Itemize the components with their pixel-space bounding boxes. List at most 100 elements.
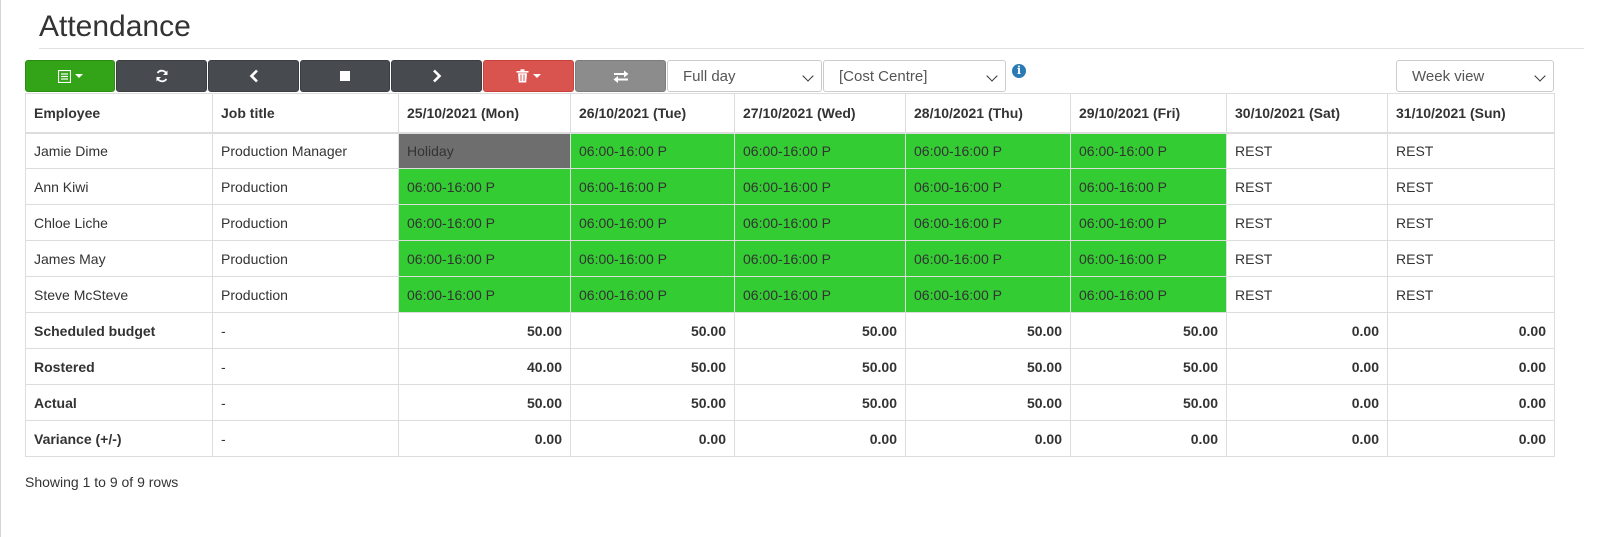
employee-name: James May xyxy=(25,240,213,277)
pagination-info: Showing 1 to 9 of 9 rows xyxy=(25,474,179,490)
shift-cell[interactable]: 06:00-16:00 P xyxy=(905,276,1071,313)
view-select[interactable]: Week view xyxy=(1396,60,1554,92)
shift-cell[interactable]: 06:00-16:00 P xyxy=(1070,168,1227,205)
shift-cell[interactable]: 06:00-16:00 P xyxy=(1070,276,1227,313)
summary-value: 0.00 xyxy=(1387,312,1555,349)
shift-cell[interactable]: 06:00-16:00 P xyxy=(398,240,571,277)
summary-value: 0.00 xyxy=(1226,420,1388,457)
shift-cell[interactable]: 06:00-16:00 P xyxy=(570,240,735,277)
summary-value: 50.00 xyxy=(1070,348,1227,385)
left-border xyxy=(0,0,1,537)
summary-value: 0.00 xyxy=(905,420,1071,457)
day-type-select[interactable]: Full day xyxy=(667,60,822,92)
rest-cell[interactable]: REST xyxy=(1387,204,1555,241)
title-divider xyxy=(39,48,1584,49)
summary-value: 0.00 xyxy=(398,420,571,457)
delete-dropdown-button[interactable] xyxy=(483,60,574,92)
shift-cell[interactable]: 06:00-16:00 P xyxy=(734,132,906,169)
summary-value: 0.00 xyxy=(1070,420,1227,457)
column-header[interactable]: Job title xyxy=(212,93,399,134)
rest-cell[interactable]: REST xyxy=(1387,168,1555,205)
summary-value: 50.00 xyxy=(1070,384,1227,421)
column-header[interactable]: 30/10/2021 (Sat) xyxy=(1226,93,1388,134)
shift-cell[interactable]: 06:00-16:00 P xyxy=(734,204,906,241)
column-header[interactable]: 29/10/2021 (Fri) xyxy=(1070,93,1227,134)
refresh-button[interactable] xyxy=(116,60,207,92)
job-title: Production xyxy=(212,240,399,277)
summary-value: 0.00 xyxy=(1387,348,1555,385)
shift-cell[interactable]: 06:00-16:00 P xyxy=(1070,240,1227,277)
menu-dropdown-button[interactable] xyxy=(25,60,115,92)
table-row: Ann Kiwi Production 06:00-16:00 P 06:00-… xyxy=(25,168,1555,205)
summary-value: 50.00 xyxy=(570,384,735,421)
shift-cell[interactable]: 06:00-16:00 P xyxy=(570,132,735,169)
shift-cell[interactable]: 06:00-16:00 P xyxy=(905,204,1071,241)
summary-job: - xyxy=(212,312,399,349)
summary-row: Actual - 50.00 50.00 50.00 50.00 50.00 0… xyxy=(25,384,1555,421)
shift-cell[interactable]: 06:00-16:00 P xyxy=(398,168,571,205)
job-title: Production xyxy=(212,168,399,205)
attendance-table: Employee Job title 25/10/2021 (Mon) 26/1… xyxy=(25,93,1555,457)
shift-cell[interactable]: 06:00-16:00 P xyxy=(734,276,906,313)
summary-value: 40.00 xyxy=(398,348,571,385)
caret-down-icon xyxy=(533,74,541,78)
shift-cell[interactable]: 06:00-16:00 P xyxy=(905,240,1071,277)
rest-cell[interactable]: REST xyxy=(1226,240,1388,277)
rest-cell[interactable]: REST xyxy=(1226,276,1388,313)
job-title: Production xyxy=(212,204,399,241)
table-list-icon xyxy=(57,69,71,83)
shift-cell[interactable]: 06:00-16:00 P xyxy=(570,168,735,205)
summary-value: 0.00 xyxy=(1387,384,1555,421)
column-header[interactable]: 27/10/2021 (Wed) xyxy=(734,93,906,134)
cost-centre-value: [Cost Centre] xyxy=(839,67,928,85)
summary-value: 50.00 xyxy=(734,312,906,349)
table-row: Chloe Liche Production 06:00-16:00 P 06:… xyxy=(25,204,1555,241)
info-icon[interactable]: i xyxy=(1012,64,1026,78)
summary-value: 0.00 xyxy=(1226,312,1388,349)
column-header[interactable]: Employee xyxy=(25,93,213,134)
column-header[interactable]: 26/10/2021 (Tue) xyxy=(570,93,735,134)
summary-value: 0.00 xyxy=(570,420,735,457)
rest-cell[interactable]: REST xyxy=(1387,276,1555,313)
chevron-down-icon xyxy=(1534,70,1546,82)
table-header-row: Employee Job title 25/10/2021 (Mon) 26/1… xyxy=(25,93,1555,134)
rest-cell[interactable]: REST xyxy=(1387,132,1555,169)
next-button[interactable] xyxy=(391,60,482,92)
summary-label: Scheduled budget xyxy=(25,312,213,349)
rest-cell[interactable]: REST xyxy=(1226,204,1388,241)
column-header[interactable]: 31/10/2021 (Sun) xyxy=(1387,93,1555,134)
shift-cell[interactable]: 06:00-16:00 P xyxy=(1070,204,1227,241)
caret-down-icon xyxy=(74,74,83,78)
shift-cell[interactable]: 06:00-16:00 P xyxy=(1070,132,1227,169)
summary-value: 50.00 xyxy=(398,384,571,421)
shift-cell[interactable]: 06:00-16:00 P xyxy=(734,240,906,277)
shift-cell[interactable]: 06:00-16:00 P xyxy=(905,168,1071,205)
holiday-cell[interactable]: Holiday xyxy=(398,132,571,169)
swap-arrows-icon xyxy=(613,70,629,83)
shift-cell[interactable]: 06:00-16:00 P xyxy=(570,204,735,241)
day-type-value: Full day xyxy=(683,67,736,85)
cost-centre-select[interactable]: [Cost Centre] xyxy=(823,60,1006,92)
employee-name: Steve McSteve xyxy=(25,276,213,313)
previous-button[interactable] xyxy=(208,60,299,92)
column-header[interactable]: 25/10/2021 (Mon) xyxy=(398,93,571,134)
shift-cell[interactable]: 06:00-16:00 P xyxy=(905,132,1071,169)
shift-cell[interactable]: 06:00-16:00 P xyxy=(570,276,735,313)
shift-cell[interactable]: 06:00-16:00 P xyxy=(398,276,571,313)
shift-cell[interactable]: 06:00-16:00 P xyxy=(398,204,571,241)
job-title: Production xyxy=(212,276,399,313)
summary-value: 50.00 xyxy=(398,312,571,349)
trash-icon xyxy=(516,69,529,83)
shift-cell[interactable]: 06:00-16:00 P xyxy=(734,168,906,205)
summary-row: Rostered - 40.00 50.00 50.00 50.00 50.00… xyxy=(25,348,1555,385)
summary-label: Rostered xyxy=(25,348,213,385)
summary-label: Actual xyxy=(25,384,213,421)
rest-cell[interactable]: REST xyxy=(1387,240,1555,277)
swap-button[interactable] xyxy=(575,60,666,92)
column-header[interactable]: 28/10/2021 (Thu) xyxy=(905,93,1071,134)
employee-name: Ann Kiwi xyxy=(25,168,213,205)
summary-row: Scheduled budget - 50.00 50.00 50.00 50.… xyxy=(25,312,1555,349)
rest-cell[interactable]: REST xyxy=(1226,132,1388,169)
stop-button[interactable] xyxy=(300,60,390,92)
rest-cell[interactable]: REST xyxy=(1226,168,1388,205)
